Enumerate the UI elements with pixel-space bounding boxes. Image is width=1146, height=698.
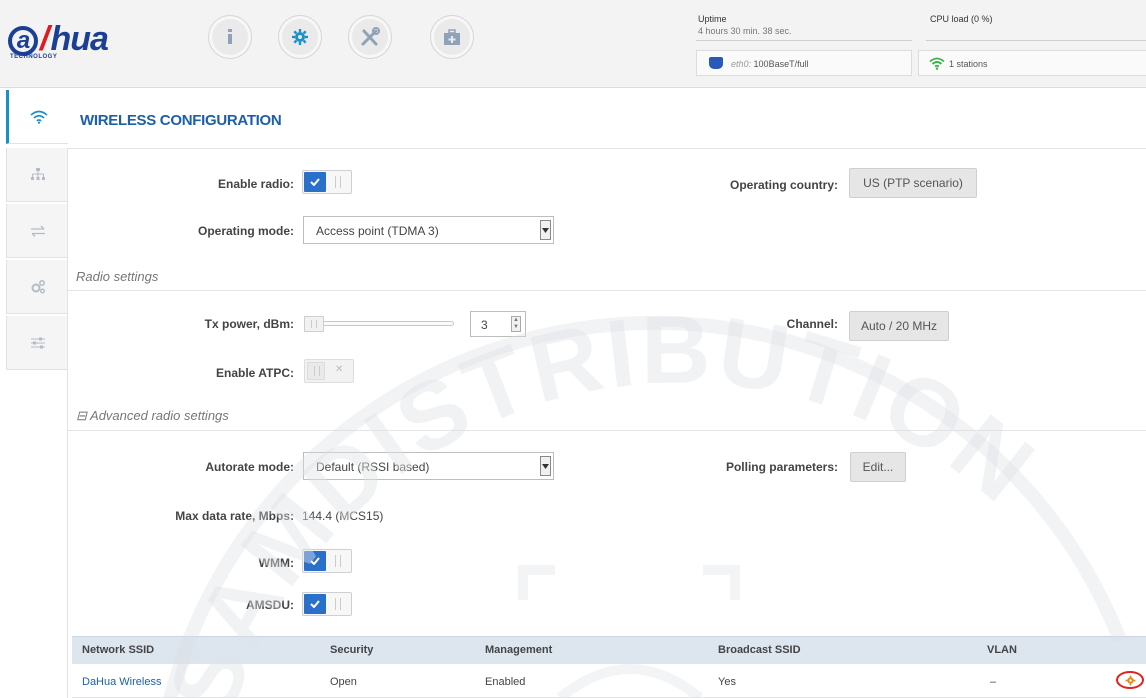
column-header-broadcast-ssid[interactable]: Broadcast SSID: [718, 644, 801, 656]
uptime-divider: [696, 40, 912, 41]
column-header-management[interactable]: Management: [485, 644, 552, 656]
channel-button[interactable]: Auto / 20 MHz: [849, 311, 949, 341]
operating-country-value[interactable]: US (PTP scenario): [849, 168, 977, 198]
wmm-label: WMM:: [258, 556, 294, 570]
tx-power-slider[interactable]: [304, 316, 454, 332]
maintenance-nav-button[interactable]: [430, 15, 474, 59]
broadcast-cell: Yes: [718, 676, 736, 688]
security-cell: Open: [330, 676, 357, 688]
vlan-cell: –: [990, 676, 997, 688]
arrows-exchange-icon: [30, 225, 45, 237]
uptime-value: 4 hours 30 min. 38 sec.: [698, 26, 792, 36]
row-settings-button[interactable]: [1116, 671, 1144, 689]
page-title: WIRELESS CONFIGURATION: [80, 112, 282, 129]
operating-mode-label: Operating mode:: [197, 224, 294, 238]
eth-status: eth0: 100BaseT/full: [696, 50, 912, 76]
autorate-mode-select[interactable]: Default (RSSI based): [303, 452, 554, 480]
autorate-mode-label: Autorate mode:: [205, 460, 294, 474]
checkmark-icon: [310, 600, 320, 608]
wifi-icon: [29, 110, 48, 124]
brand-logo[interactable]: a/hua TECHNOLOGY: [8, 22, 158, 62]
cpu-load-bar: [926, 40, 1146, 41]
column-header-security[interactable]: Security: [330, 644, 373, 656]
uptime-label: Uptime: [698, 14, 727, 24]
status-panel: Uptime 4 hours 30 min. 38 sec. CPU load …: [690, 6, 1146, 82]
column-header-network-ssid[interactable]: Network SSID: [82, 644, 154, 656]
advanced-radio-settings-heading[interactable]: ⊟ Advanced radio settings: [76, 408, 229, 424]
eth-speed: 100BaseT/full: [753, 59, 809, 69]
advanced-settings-divider: [68, 430, 1146, 431]
spinner-arrows-icon[interactable]: ▲ ▼: [511, 316, 521, 332]
column-header-vlan[interactable]: VLAN: [987, 644, 1017, 656]
sidebar-item-network[interactable]: [6, 148, 68, 202]
wifi-signal-icon: [929, 57, 945, 70]
radio-settings-heading: Radio settings: [76, 269, 159, 284]
tx-power-slider-handle[interactable]: [304, 316, 324, 332]
sidebar-item-wireless[interactable]: [6, 90, 68, 144]
gears-icon: [31, 279, 45, 293]
amsdu-label: AMSDU:: [246, 598, 294, 612]
ssid-table-header: Network SSID Security Management Broadca…: [72, 636, 1146, 664]
management-cell: Enabled: [485, 676, 526, 688]
polling-parameters-label: Polling parameters:: [725, 460, 838, 474]
tx-power-value: 3: [481, 318, 488, 332]
watermark: SAMDISTRIBUTION: [148, 296, 1127, 698]
checkmark-icon: [310, 557, 320, 565]
tx-power-label: Tx power, dBm:: [204, 317, 294, 331]
dropdown-arrow-icon: [542, 227, 549, 233]
sidebar-item-routing[interactable]: [6, 204, 68, 258]
enable-atpc-label: Enable ATPC:: [215, 366, 294, 380]
sidebar-item-services[interactable]: [6, 260, 68, 314]
sidebar-item-system[interactable]: [6, 316, 68, 370]
polling-edit-button[interactable]: Edit...: [850, 452, 906, 482]
channel-label: Channel:: [786, 317, 838, 331]
max-data-rate-label: Max data rate, Mbps:: [175, 509, 294, 523]
operating-mode-select[interactable]: Access point (TDMA 3): [303, 216, 554, 244]
wmm-toggle[interactable]: [302, 549, 352, 573]
operating-mode-value: Access point (TDMA 3): [316, 224, 439, 238]
network-tree-icon: [30, 167, 45, 180]
enable-radio-label: Enable radio:: [217, 177, 294, 191]
gear-icon: [292, 29, 308, 45]
sliders-icon: [30, 337, 45, 348]
dropdown-arrow-icon: [542, 463, 549, 469]
tx-power-input[interactable]: 3 ▲ ▼: [470, 311, 526, 337]
ssid-link[interactable]: DaHua Wireless: [82, 676, 161, 688]
tools-nav-button[interactable]: [348, 15, 392, 59]
enable-atpc-toggle[interactable]: ✕: [304, 359, 354, 383]
cpu-load-label: CPU load (0 %): [930, 14, 993, 24]
eth-iface: eth0:: [731, 59, 752, 69]
autorate-mode-value: Default (RSSI based): [316, 460, 430, 474]
tools-icon: [361, 27, 380, 46]
gear-icon: [1125, 675, 1135, 685]
settings-nav-button[interactable]: [278, 15, 322, 59]
enable-radio-toggle[interactable]: [302, 170, 352, 194]
info-nav-button[interactable]: [208, 15, 252, 59]
operating-country-label: Operating country:: [729, 178, 838, 192]
table-row[interactable]: DaHua Wireless Open Enabled Yes –: [72, 664, 1146, 698]
sidebar-divider: [67, 148, 68, 698]
ethernet-port-icon: [709, 57, 723, 69]
radio-settings-divider: [68, 290, 1146, 291]
title-divider: [68, 148, 1146, 149]
checkmark-icon: [310, 178, 320, 186]
amsdu-toggle[interactable]: [302, 592, 352, 616]
sidebar: [6, 90, 68, 370]
max-data-rate-value: 144.4 (MCS15): [302, 509, 384, 523]
stations-count: 1 stations: [949, 59, 988, 69]
header: a/hua TECHNOLOGY Uptime 4 hours 30 min. …: [0, 0, 1146, 88]
info-icon: [228, 29, 232, 44]
stations-status: 1 stations: [918, 50, 1146, 76]
first-aid-kit-icon: [444, 29, 460, 45]
